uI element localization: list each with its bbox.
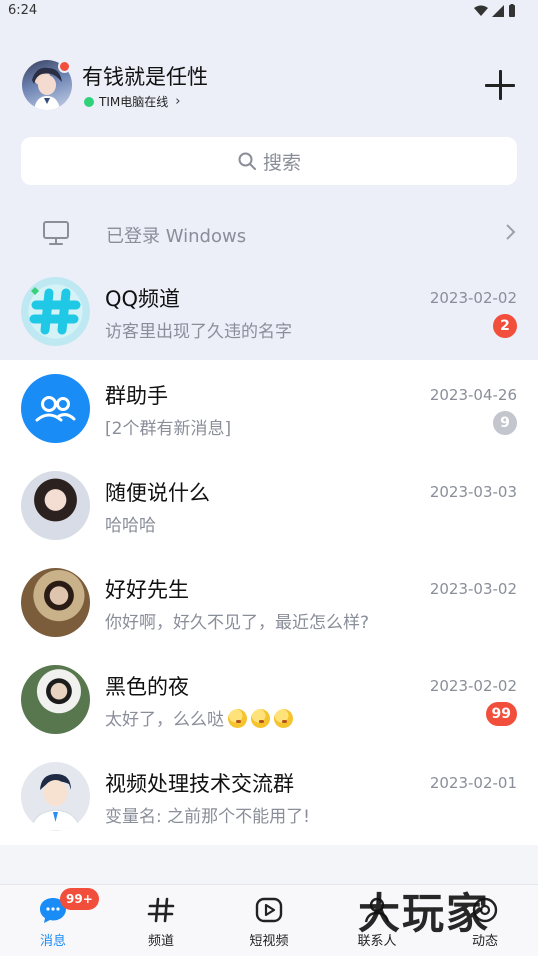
wifi-icon (474, 5, 488, 16)
monitor-icon (43, 221, 69, 245)
tab-label: 消息 (39, 934, 66, 949)
unread-badge: 2 (493, 314, 517, 338)
tab-label: 短视频 (249, 934, 289, 949)
contact-avatar (21, 665, 90, 734)
chat-row-video-tech-group[interactable]: 视频处理技术交流群 变量名: 之前那个不能用了! 2023-02-01 (0, 748, 538, 845)
chat-date: 2023-03-02 (429, 580, 517, 598)
chat-preview-text: 太好了，么么哒 (105, 710, 224, 730)
channel-avatar (21, 277, 90, 346)
online-status[interactable]: TIM电脑在线 › (84, 93, 180, 110)
contact-avatar (21, 471, 90, 540)
chat-row-group-assistant[interactable]: 群助手 [2个群有新消息] 2023-04-26 9 (0, 360, 538, 457)
chat-preview: 你好啊，好久不见了，最近怎么样? (105, 613, 370, 633)
status-time: 6:24 (8, 3, 38, 18)
watermark: 大玩家 (358, 889, 491, 938)
chat-preview: 变量名: 之前那个不能用了! (105, 807, 310, 827)
tab-messages[interactable]: 99+ 消息 (8, 885, 99, 956)
chat-date: 2023-02-02 (429, 677, 517, 695)
chat-row-qq-channel[interactable]: QQ频道 访客里出现了久违的名字 2023-02-02 2 (0, 263, 538, 360)
chat-date: 2023-04-26 (429, 386, 517, 404)
tab-label: 频道 (147, 934, 174, 949)
battery-icon (509, 4, 515, 17)
chevron-right-icon (506, 224, 516, 240)
tab-short-video[interactable]: 短视频 (224, 885, 314, 956)
group-avatar (21, 762, 90, 831)
chat-date: 2023-03-03 (429, 483, 517, 501)
channel-icon (147, 897, 175, 923)
login-notice-text: 已登录 Windows (106, 226, 247, 247)
person-illustration (30, 774, 81, 831)
kiss-emoji-icon (228, 709, 247, 728)
kiss-emoji-icon (274, 709, 293, 728)
search-input[interactable]: 搜索 (21, 137, 517, 185)
unread-badge: 99 (485, 702, 517, 726)
chat-name: 随便说什么 (105, 481, 210, 505)
chat-row-dark-night[interactable]: 黑色的夜 太好了，么么哒 2023-02-02 99 (0, 651, 538, 748)
chat-row-good-mister[interactable]: 好好先生 你好啊，好久不见了，最近怎么样? 2023-03-02 (0, 554, 538, 651)
chat-date: 2023-02-02 (429, 289, 517, 307)
chat-preview: 访客里出现了久违的名字 (105, 322, 292, 342)
search-placeholder: 搜索 (262, 151, 301, 174)
group-assistant-avatar (21, 374, 90, 443)
chat-preview: [2个群有新消息] (105, 419, 232, 439)
tab-channels[interactable]: 频道 (116, 885, 206, 956)
search-icon (238, 152, 256, 170)
contact-avatar (21, 568, 90, 637)
video-icon (255, 897, 283, 923)
chat-list: QQ频道 访客里出现了久违的名字 2023-02-02 2 群助手 [2个群有新… (0, 263, 538, 845)
hashtag-icon (29, 287, 81, 335)
chat-date: 2023-02-01 (429, 774, 517, 792)
chat-name: QQ频道 (105, 287, 181, 311)
chat-name: 黑色的夜 (105, 675, 189, 699)
tab-badge: 99+ (60, 888, 99, 910)
chat-name: 群助手 (105, 384, 168, 408)
chat-preview: 太好了，么么哒 (105, 705, 293, 730)
nickname[interactable]: 有钱就是任性 (82, 61, 208, 91)
signal-icon (492, 4, 504, 17)
device-login-notice[interactable]: 已登录 Windows (0, 205, 538, 261)
group-icon (35, 396, 76, 422)
chat-row-random-talk[interactable]: 随便说什么 哈哈哈 2023-03-03 (0, 457, 538, 554)
chat-preview: 哈哈哈 (105, 516, 156, 536)
status-bar: 6:24 (0, 0, 538, 24)
status-icons (474, 4, 516, 17)
unread-badge: 9 (493, 411, 517, 435)
kiss-emoji-icon (251, 709, 270, 728)
chat-name: 视频处理技术交流群 (105, 772, 294, 796)
notification-dot (58, 60, 71, 73)
add-button[interactable] (485, 70, 515, 100)
chat-name: 好好先生 (105, 578, 189, 602)
online-dot-icon (84, 96, 94, 107)
online-status-text: TIM电脑在线 (99, 95, 169, 109)
chevron-right-icon: › (175, 94, 181, 109)
